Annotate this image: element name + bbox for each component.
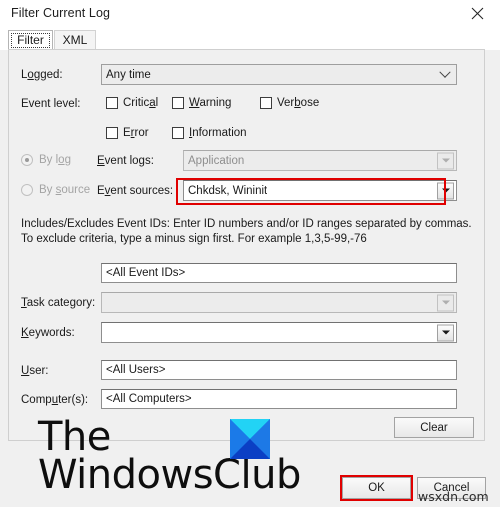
event-ids-input[interactable]: <All Event IDs> bbox=[101, 263, 457, 283]
checkbox-verbose[interactable]: Verbose bbox=[260, 97, 319, 109]
checkbox-error-label: Error bbox=[123, 127, 149, 139]
checkbox-information[interactable]: Information bbox=[172, 127, 247, 139]
radio-by-log-label: By log bbox=[39, 154, 71, 166]
ok-button-label: OK bbox=[368, 482, 385, 494]
tab-filter[interactable]: Filter bbox=[8, 30, 53, 50]
keywords-label: Keywords: bbox=[21, 327, 75, 339]
event-sources-value: Chkdsk, Wininit bbox=[188, 184, 268, 197]
user-input[interactable]: <All Users> bbox=[101, 360, 457, 380]
event-logs-combobox[interactable]: Application bbox=[183, 150, 457, 171]
checkbox-box bbox=[106, 127, 118, 139]
event-level-label: Event level: bbox=[21, 98, 81, 110]
computers-input[interactable]: <All Computers> bbox=[101, 389, 457, 409]
checkbox-critical[interactable]: Critical bbox=[106, 97, 158, 109]
close-glyph bbox=[471, 7, 483, 19]
event-sources-label: Event sources: bbox=[97, 185, 174, 197]
event-logs-value: Application bbox=[188, 154, 245, 167]
title-bar: Filter Current Log bbox=[0, 0, 500, 28]
logged-label: Logged: bbox=[21, 69, 63, 81]
task-category-label: Task category: bbox=[21, 297, 96, 309]
user-value: <All Users> bbox=[106, 364, 166, 376]
tab-filter-label: Filter bbox=[17, 33, 44, 47]
logged-combobox[interactable]: Any time bbox=[101, 64, 457, 85]
clear-button[interactable]: Clear bbox=[394, 417, 474, 438]
event-sources-combobox[interactable]: Chkdsk, Wininit bbox=[183, 180, 457, 201]
tab-xml[interactable]: XML bbox=[54, 30, 96, 50]
dropdown-arrow-icon[interactable] bbox=[437, 324, 454, 341]
checkbox-warning-label: Warning bbox=[189, 97, 232, 109]
filter-panel: Logged: Any time Event level: Critical W… bbox=[8, 49, 485, 441]
checkbox-box bbox=[172, 127, 184, 139]
radio-by-source-label: By source bbox=[39, 184, 91, 196]
window-title: Filter Current Log bbox=[11, 6, 111, 20]
keywords-combobox[interactable] bbox=[101, 322, 457, 343]
radio-dot bbox=[21, 154, 33, 166]
radio-by-source[interactable]: By source bbox=[21, 184, 90, 196]
computers-label: Computer(s): bbox=[21, 394, 89, 406]
checkbox-information-label: Information bbox=[189, 127, 247, 139]
checkbox-box bbox=[106, 97, 118, 109]
task-category-combobox[interactable] bbox=[101, 292, 457, 313]
windowsclub-logo-icon bbox=[230, 419, 270, 459]
radio-by-log[interactable]: By log bbox=[21, 154, 71, 166]
logged-value: Any time bbox=[106, 68, 151, 81]
dropdown-arrow-icon[interactable] bbox=[437, 182, 454, 199]
dropdown-arrow-icon[interactable] bbox=[437, 294, 454, 311]
checkbox-box bbox=[260, 97, 272, 109]
source-watermark: wsxdn.com bbox=[418, 489, 489, 504]
tab-strip: Filter XML bbox=[0, 28, 500, 50]
event-ids-help-text: Includes/Excludes Event IDs: Enter ID nu… bbox=[21, 218, 472, 245]
checkbox-box bbox=[172, 97, 184, 109]
checkbox-critical-label: Critical bbox=[123, 97, 159, 109]
user-label: User: bbox=[21, 365, 49, 377]
checkbox-error[interactable]: Error bbox=[106, 127, 149, 139]
dropdown-arrow-icon[interactable] bbox=[437, 152, 454, 169]
event-ids-value: <All Event IDs> bbox=[106, 267, 186, 279]
filter-current-log-dialog: Filter Current Log Filter XML Logged: An… bbox=[0, 0, 500, 507]
radio-dot bbox=[21, 184, 33, 196]
event-logs-label: Event logs: bbox=[97, 155, 154, 167]
checkbox-verbose-label: Verbose bbox=[277, 97, 320, 109]
tab-xml-label: XML bbox=[62, 33, 88, 47]
ok-button[interactable]: OK bbox=[342, 477, 411, 499]
checkbox-warning[interactable]: Warning bbox=[172, 97, 231, 109]
clear-button-label: Clear bbox=[420, 421, 448, 434]
close-icon[interactable] bbox=[460, 0, 494, 26]
chevron-down-icon[interactable] bbox=[435, 66, 455, 83]
computers-value: <All Computers> bbox=[106, 393, 192, 405]
